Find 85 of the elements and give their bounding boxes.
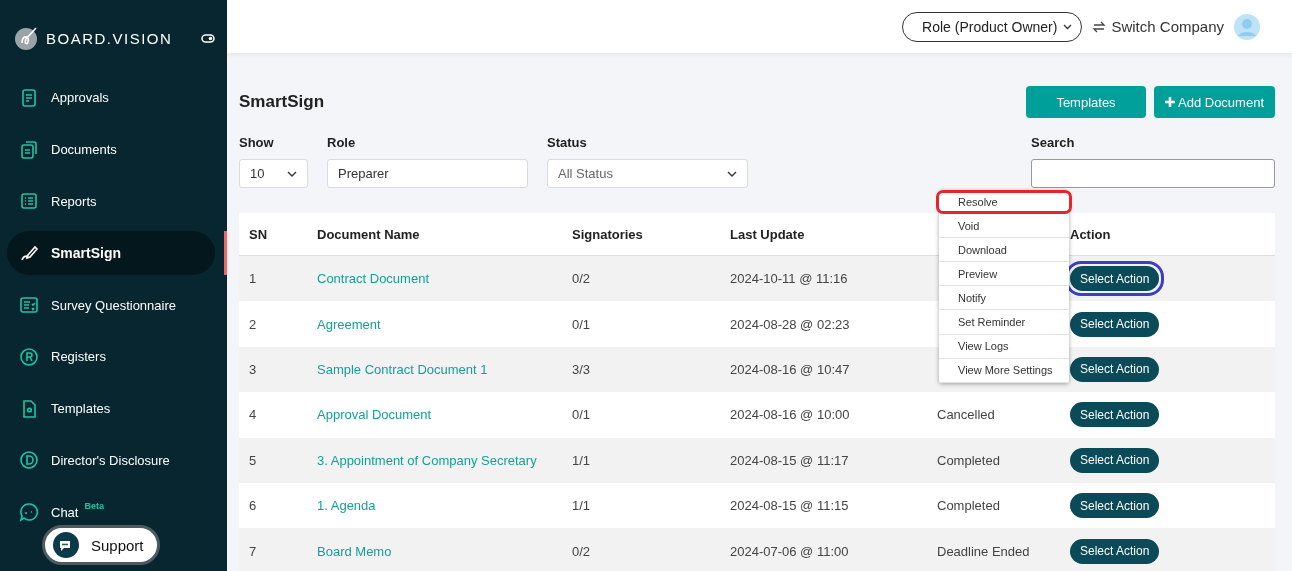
chevron-down-icon [1063, 23, 1073, 30]
select-action-button[interactable]: Select Action [1070, 538, 1160, 564]
menu-item[interactable]: Preview [939, 262, 1069, 287]
search-field[interactable] [1031, 159, 1275, 188]
table-cell: 0/2 [572, 543, 591, 559]
select-action-button[interactable]: Select Action [1070, 311, 1160, 337]
table-cell: 3 [249, 361, 257, 377]
table-cell: 0/1 [572, 316, 591, 332]
table-cell: 6 [249, 498, 257, 514]
select-action-button[interactable]: Select Action [1070, 493, 1160, 519]
documents-icon [19, 139, 39, 160]
switch-company-button[interactable]: Switch Company [1092, 18, 1224, 35]
sidebar-item[interactable]: SmartSign [7, 231, 215, 276]
role-field[interactable]: Preparer [327, 159, 528, 188]
support-button[interactable]: Support [42, 525, 160, 565]
select-action-button[interactable]: Select Action [1070, 447, 1160, 473]
table-cell: 1/1 [572, 452, 591, 468]
table-cell: 2 [249, 316, 257, 332]
table-cell: 1/1 [572, 498, 591, 514]
checklist-icon [19, 295, 39, 316]
sidebar-item[interactable]: Registers [7, 345, 114, 368]
sidebar-item[interactable]: Reports [7, 190, 105, 213]
column-header: Action [1070, 226, 1112, 242]
field-label: Role [327, 135, 357, 150]
table-cell: 5 [249, 452, 257, 468]
table-cell: 2024-08-16 @ 10:00 [730, 407, 850, 423]
avatar-icon[interactable] [1234, 13, 1260, 40]
sidebar-item[interactable]: Templates [7, 397, 119, 420]
select-action-button[interactable]: Select Action [1070, 402, 1160, 428]
chevron-down-icon [287, 170, 297, 177]
table-cell: 2024-07-06 @ 11:00 [730, 543, 849, 559]
brand-name: BOARD.VISION [46, 29, 174, 47]
logo-icon [14, 25, 40, 51]
column-header: Document Name [317, 226, 421, 242]
table-cell: 2024-08-15 @ 11:17 [730, 452, 849, 468]
status-dropdown[interactable]: All Status [547, 159, 748, 188]
menu-item[interactable]: View More Settings [939, 358, 1069, 383]
document-icon [19, 87, 39, 108]
table-cell: 1 [249, 271, 257, 287]
swap-icon [1092, 19, 1107, 34]
table-cell: Cancelled [937, 407, 995, 423]
sidebar-item[interactable]: Documents [7, 138, 125, 161]
table-cell: 2024-08-15 @ 11:15 [730, 498, 849, 514]
role-dropdown[interactable]: Role (Product Owner) [902, 11, 1083, 42]
sidebar-item[interactable]: Director's Disclosure [7, 449, 178, 472]
table-cell: 4 [249, 407, 257, 423]
table-cell: 0/1 [572, 407, 591, 423]
registered-icon [19, 346, 39, 367]
column-header: Signatories [572, 226, 644, 242]
field-label: Search [1031, 135, 1076, 150]
list-icon [19, 191, 39, 212]
table-cell: 2024-10-11 @ 11:16 [730, 271, 848, 287]
toggle-icon[interactable] [201, 33, 215, 43]
table-cell: Deadline Ended [937, 543, 1030, 559]
selection-indicator [224, 231, 227, 275]
menu-item[interactable]: View Logs [939, 334, 1069, 359]
sidebar-item[interactable]: Chat Beta [7, 501, 112, 524]
sidebar-item[interactable]: Survey Questionnaire [7, 294, 184, 317]
menu-item[interactable]: Set Reminder [939, 310, 1069, 335]
select-action-button[interactable]: Select Action [1070, 356, 1160, 382]
menu-item[interactable]: Void [939, 214, 1069, 239]
table-cell: Completed [937, 452, 1000, 468]
show-dropdown[interactable]: 10 [239, 159, 308, 188]
menu-item[interactable]: Resolve [936, 190, 1072, 215]
table-cell: Completed [937, 498, 1000, 514]
chevron-down-icon [727, 170, 737, 177]
field-label: Show [239, 135, 275, 150]
table-cell: 0/2 [572, 271, 591, 287]
column-header: SN [249, 226, 269, 242]
field-label: Status [547, 135, 588, 150]
table-cell: 2024-08-16 @ 10:47 [730, 361, 850, 377]
plus-icon [1165, 97, 1175, 107]
chat-icon [53, 532, 79, 558]
chat-icon [19, 502, 39, 523]
table-cell: 2024-08-28 @ 02:23 [730, 316, 850, 332]
sidebar-item[interactable]: Approvals [7, 86, 117, 109]
letter-d-icon [19, 450, 39, 471]
menu-item[interactable]: Download [939, 238, 1069, 263]
table-cell: 7 [249, 543, 257, 559]
column-header: Last Update [730, 226, 806, 242]
table-cell: 3/3 [572, 361, 591, 377]
beta-label: Beta [84, 501, 104, 512]
select-action-button[interactable]: Select Action [1070, 266, 1160, 292]
page-title: SmartSign [239, 92, 325, 112]
menu-item[interactable]: Notify [939, 286, 1069, 311]
